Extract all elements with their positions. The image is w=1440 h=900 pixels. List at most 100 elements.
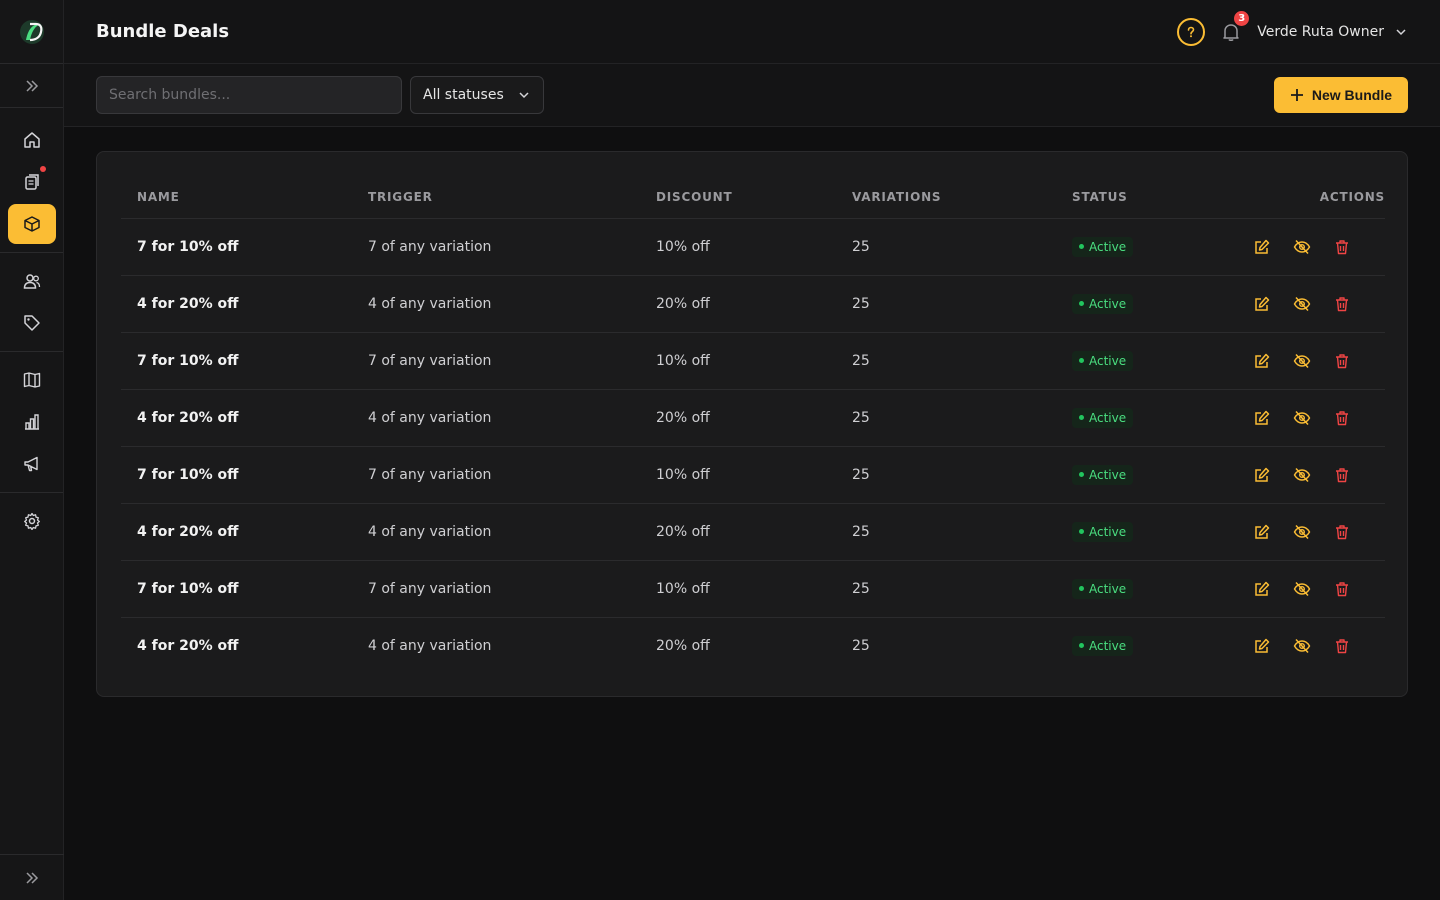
nav-marketing[interactable] bbox=[8, 444, 56, 484]
box-icon bbox=[24, 216, 40, 232]
row-actions bbox=[1222, 409, 1369, 427]
bundle-name: 4 for 20% off bbox=[121, 503, 352, 561]
row-actions bbox=[1222, 295, 1369, 313]
column-header-variations: VARIATIONS bbox=[836, 176, 1056, 219]
bundle-actions-cell bbox=[1206, 275, 1385, 333]
divider bbox=[0, 351, 63, 352]
filter-toolbar: All statuses New Bundle bbox=[64, 64, 1440, 127]
bundle-trigger: 4 of any variation bbox=[352, 503, 640, 561]
bundle-status-cell: Active bbox=[1056, 275, 1206, 333]
bundle-actions-cell bbox=[1206, 218, 1385, 276]
sidebar-expand-button[interactable] bbox=[0, 64, 63, 108]
bundle-discount: 20% off bbox=[640, 275, 836, 333]
column-header-actions: ACTIONS bbox=[1206, 176, 1385, 219]
status-badge: Active bbox=[1072, 293, 1134, 314]
top-header: Bundle Deals 3 Verde Ruta Owner bbox=[64, 0, 1440, 64]
bundle-variations: 25 bbox=[836, 332, 1056, 390]
bundle-actions-cell bbox=[1206, 503, 1385, 561]
nav-reports[interactable] bbox=[8, 402, 56, 442]
nav-customers[interactable] bbox=[8, 261, 56, 301]
table-row: 7 for 10% off 7 of any variation 10% off… bbox=[121, 332, 1385, 390]
bundle-trigger: 7 of any variation bbox=[352, 332, 640, 390]
delete-button[interactable] bbox=[1333, 295, 1351, 313]
nav-orders[interactable] bbox=[8, 162, 56, 202]
hide-button[interactable] bbox=[1293, 466, 1311, 484]
nav-bundles[interactable] bbox=[8, 204, 56, 244]
hide-button[interactable] bbox=[1293, 295, 1311, 313]
notification-count-badge: 3 bbox=[1234, 10, 1250, 26]
bundle-variations: 25 bbox=[852, 637, 870, 654]
edit-button[interactable] bbox=[1253, 580, 1271, 598]
bundle-trigger: 4 of any variation bbox=[352, 389, 640, 447]
delete-button[interactable] bbox=[1333, 238, 1351, 256]
help-button[interactable] bbox=[1177, 17, 1206, 46]
nav-discounts[interactable] bbox=[8, 303, 56, 343]
edit-icon bbox=[1255, 467, 1270, 482]
search-input[interactable] bbox=[96, 76, 402, 114]
status-dot bbox=[1079, 301, 1084, 306]
brand-logo[interactable] bbox=[0, 0, 63, 64]
edit-button[interactable] bbox=[1253, 637, 1271, 655]
sidebar-nav bbox=[0, 108, 63, 541]
trash-icon bbox=[1336, 410, 1348, 425]
hide-button[interactable] bbox=[1293, 352, 1311, 370]
status-text: Active bbox=[1089, 524, 1127, 539]
status-text: Active bbox=[1089, 353, 1127, 368]
clipboard-icon bbox=[25, 174, 39, 190]
edit-button[interactable] bbox=[1253, 466, 1271, 484]
divider bbox=[0, 492, 63, 493]
hide-button[interactable] bbox=[1293, 580, 1311, 598]
bundle-name: 4 for 20% off bbox=[121, 389, 352, 447]
bundle-discount: 10% off bbox=[640, 560, 836, 618]
hide-button[interactable] bbox=[1293, 523, 1311, 541]
edit-button[interactable] bbox=[1253, 409, 1271, 427]
chevrons-right-icon bbox=[25, 79, 38, 92]
status-badge: Active bbox=[1072, 521, 1134, 542]
delete-button[interactable] bbox=[1333, 523, 1351, 541]
edit-button[interactable] bbox=[1253, 295, 1271, 313]
bundles-table-card: NAME TRIGGER DISCOUNT VARIATIONS STATUS … bbox=[96, 151, 1408, 697]
row-actions bbox=[1222, 238, 1369, 256]
users-icon bbox=[23, 274, 41, 289]
row-actions bbox=[1222, 580, 1369, 598]
book-icon bbox=[23, 372, 41, 388]
nav-catalog[interactable] bbox=[8, 360, 56, 400]
megaphone-icon bbox=[24, 456, 38, 472]
new-bundle-button[interactable]: New Bundle bbox=[1273, 77, 1408, 113]
notifications-button[interactable]: 3 bbox=[1219, 10, 1250, 44]
nav-settings[interactable] bbox=[8, 501, 56, 541]
nav-home[interactable] bbox=[8, 120, 56, 160]
edit-button[interactable] bbox=[1253, 523, 1271, 541]
column-header-trigger: TRIGGER bbox=[352, 176, 640, 219]
bundle-name: 4 for 20% off bbox=[137, 637, 239, 654]
bundle-actions-cell bbox=[1206, 446, 1385, 504]
hide-button[interactable] bbox=[1293, 637, 1311, 655]
bundle-trigger: 7 of any variation bbox=[352, 446, 640, 504]
delete-button[interactable] bbox=[1333, 466, 1351, 484]
bundle-status-cell: Active bbox=[1056, 218, 1206, 276]
delete-button[interactable] bbox=[1333, 580, 1351, 598]
bundle-discount: 10% off bbox=[640, 218, 836, 276]
status-filter-select[interactable]: All statuses bbox=[410, 76, 544, 114]
status-badge: Active bbox=[1072, 407, 1134, 428]
hide-button[interactable] bbox=[1293, 409, 1311, 427]
delete-button[interactable] bbox=[1333, 637, 1351, 655]
bundle-variations: 25 bbox=[836, 503, 1056, 561]
edit-icon bbox=[1255, 410, 1270, 425]
status-badge: Active bbox=[1072, 464, 1134, 485]
user-name: Verde Ruta Owner bbox=[1257, 23, 1384, 40]
row-actions bbox=[1222, 352, 1369, 370]
edit-button[interactable] bbox=[1253, 238, 1271, 256]
bundle-variations: 25 bbox=[836, 218, 1056, 276]
sidebar-collapse-toggle[interactable] bbox=[0, 854, 64, 900]
status-dot bbox=[1079, 586, 1084, 591]
delete-button[interactable] bbox=[1333, 352, 1351, 370]
edit-button[interactable] bbox=[1253, 352, 1271, 370]
page-title: Bundle Deals bbox=[96, 21, 230, 42]
eye-off-icon bbox=[1293, 581, 1311, 596]
delete-button[interactable] bbox=[1333, 409, 1351, 427]
hide-button[interactable] bbox=[1293, 238, 1311, 256]
user-menu[interactable]: Verde Ruta Owner bbox=[1257, 24, 1408, 40]
tag-icon bbox=[24, 315, 40, 331]
plus-icon bbox=[1290, 89, 1303, 101]
